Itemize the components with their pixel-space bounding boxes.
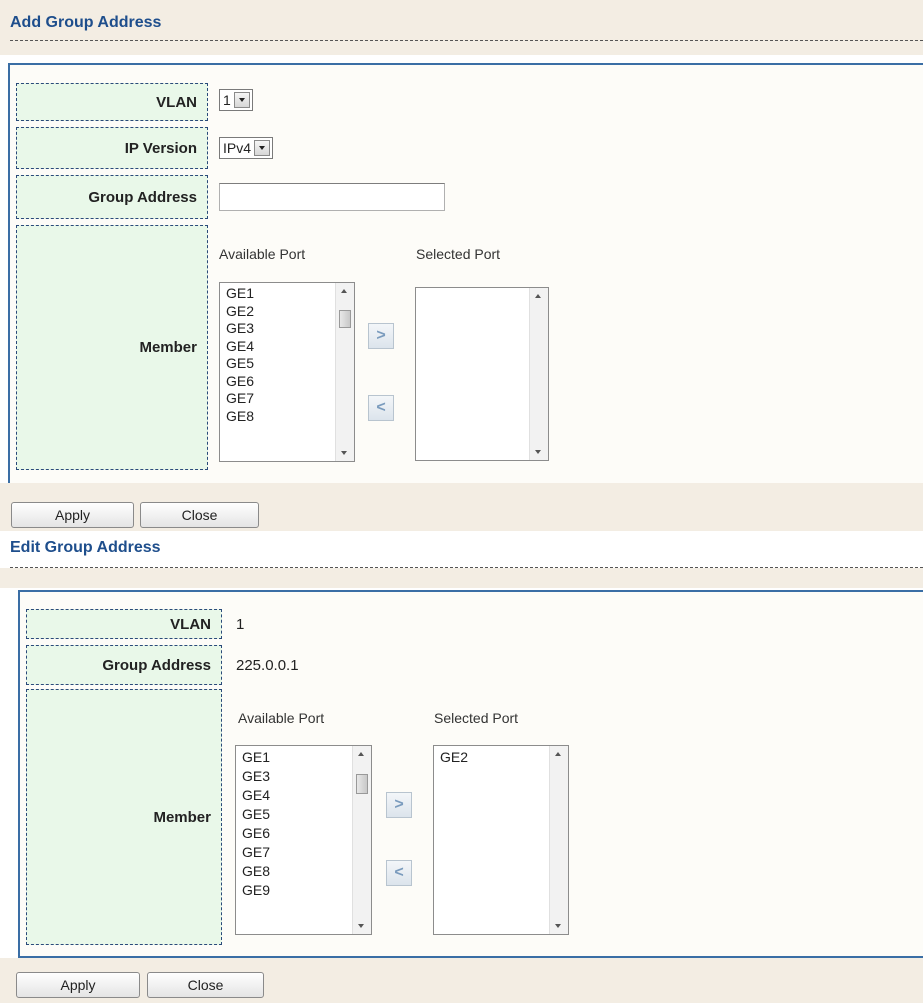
list-item[interactable]: GE6 — [226, 373, 254, 391]
add-ip-version-selected: IPv4 — [223, 140, 252, 156]
scroll-up-icon[interactable] — [555, 752, 561, 756]
add-form-panel: VLAN 1 IP Version IPv4 Group Address Mem… — [8, 63, 923, 485]
list-item[interactable]: GE5 — [226, 355, 254, 373]
add-selected-scrollbar[interactable] — [529, 288, 548, 460]
edit-close-button[interactable]: Close — [147, 972, 264, 998]
edit-vlan-label: VLAN — [26, 609, 222, 639]
list-item[interactable]: GE7 — [242, 843, 270, 862]
edit-move-right-button[interactable]: > — [386, 792, 412, 818]
list-item[interactable]: GE8 — [242, 862, 270, 881]
list-item[interactable]: GE8 — [226, 408, 254, 426]
scroll-up-icon[interactable] — [358, 752, 364, 756]
list-item[interactable]: GE3 — [242, 767, 270, 786]
chevron-down-icon[interactable] — [254, 140, 271, 156]
scroll-down-icon[interactable] — [341, 451, 347, 455]
edit-available-port-items: GE1 GE3 GE4 GE5 GE6 GE7 GE8 GE9 — [242, 748, 270, 900]
edit-title-band — [0, 568, 923, 588]
list-item[interactable]: GE5 — [242, 805, 270, 824]
edit-selected-scrollbar[interactable] — [549, 746, 568, 934]
add-available-port-caption: Available Port — [219, 246, 306, 262]
add-available-scrollbar[interactable] — [335, 283, 354, 461]
edit-available-scrollbar[interactable] — [352, 746, 371, 934]
scroll-down-icon[interactable] — [555, 924, 561, 928]
add-vlan-label: VLAN — [16, 83, 208, 121]
add-selected-port-caption: Selected Port — [416, 246, 501, 262]
add-vlan-value-cell: 1 — [219, 89, 253, 111]
edit-available-port-list[interactable]: GE1 GE3 GE4 GE5 GE6 GE7 GE8 GE9 — [235, 745, 372, 935]
add-group-address-label: Group Address — [16, 175, 208, 219]
add-move-right-button[interactable]: > — [368, 323, 394, 349]
scroll-thumb[interactable] — [356, 774, 368, 794]
add-apply-button[interactable]: Apply — [11, 502, 134, 528]
chevron-down-icon[interactable] — [233, 92, 250, 108]
edit-selected-port-caption: Selected Port — [434, 710, 519, 726]
add-button-band — [0, 483, 923, 531]
edit-form-panel: VLAN 1 Group Address 225.0.0.1 Member Av… — [18, 590, 923, 958]
list-item[interactable]: GE1 — [226, 285, 254, 303]
edit-selected-port-items: GE2 — [440, 748, 468, 767]
list-item[interactable]: GE9 — [242, 881, 270, 900]
edit-available-port-caption: Available Port — [238, 710, 325, 726]
add-section-title: Add Group Address — [10, 14, 162, 31]
add-group-address-value-cell — [219, 183, 445, 211]
scroll-up-icon[interactable] — [535, 294, 541, 298]
add-member-label: Member — [16, 225, 208, 470]
add-vlan-select[interactable]: 1 — [219, 89, 253, 111]
add-ip-version-label: IP Version — [16, 127, 208, 169]
add-ip-version-select[interactable]: IPv4 — [219, 137, 274, 159]
add-title-divider — [10, 40, 923, 41]
add-ip-version-value-cell: IPv4 — [219, 137, 274, 159]
edit-group-address-value: 225.0.0.1 — [236, 656, 299, 674]
add-available-port-list[interactable]: GE1 GE2 GE3 GE4 GE5 GE6 GE7 GE8 — [219, 282, 355, 462]
add-move-left-button[interactable]: < — [368, 395, 394, 421]
list-item[interactable]: GE3 — [226, 320, 254, 338]
list-item[interactable]: GE2 — [440, 748, 468, 767]
edit-member-label: Member — [26, 689, 222, 945]
edit-move-left-button[interactable]: < — [386, 860, 412, 886]
list-item[interactable]: GE4 — [242, 786, 270, 805]
list-item[interactable]: GE6 — [242, 824, 270, 843]
scroll-thumb[interactable] — [339, 310, 351, 328]
scroll-down-icon[interactable] — [535, 450, 541, 454]
list-item[interactable]: GE1 — [242, 748, 270, 767]
list-item[interactable]: GE2 — [226, 303, 254, 321]
edit-vlan-value: 1 — [236, 615, 245, 633]
add-close-button[interactable]: Close — [140, 502, 259, 528]
add-available-port-items: GE1 GE2 GE3 GE4 GE5 GE6 GE7 GE8 — [226, 285, 254, 425]
edit-group-address-label: Group Address — [26, 645, 222, 685]
add-vlan-selected: 1 — [223, 92, 231, 108]
add-selected-port-list[interactable] — [415, 287, 549, 461]
add-group-address-input[interactable] — [219, 183, 445, 211]
edit-apply-button[interactable]: Apply — [16, 972, 140, 998]
edit-selected-port-list[interactable]: GE2 — [433, 745, 569, 935]
list-item[interactable]: GE7 — [226, 390, 254, 408]
scroll-down-icon[interactable] — [358, 924, 364, 928]
list-item[interactable]: GE4 — [226, 338, 254, 356]
edit-section-title: Edit Group Address — [10, 539, 161, 556]
scroll-up-icon[interactable] — [341, 289, 347, 293]
